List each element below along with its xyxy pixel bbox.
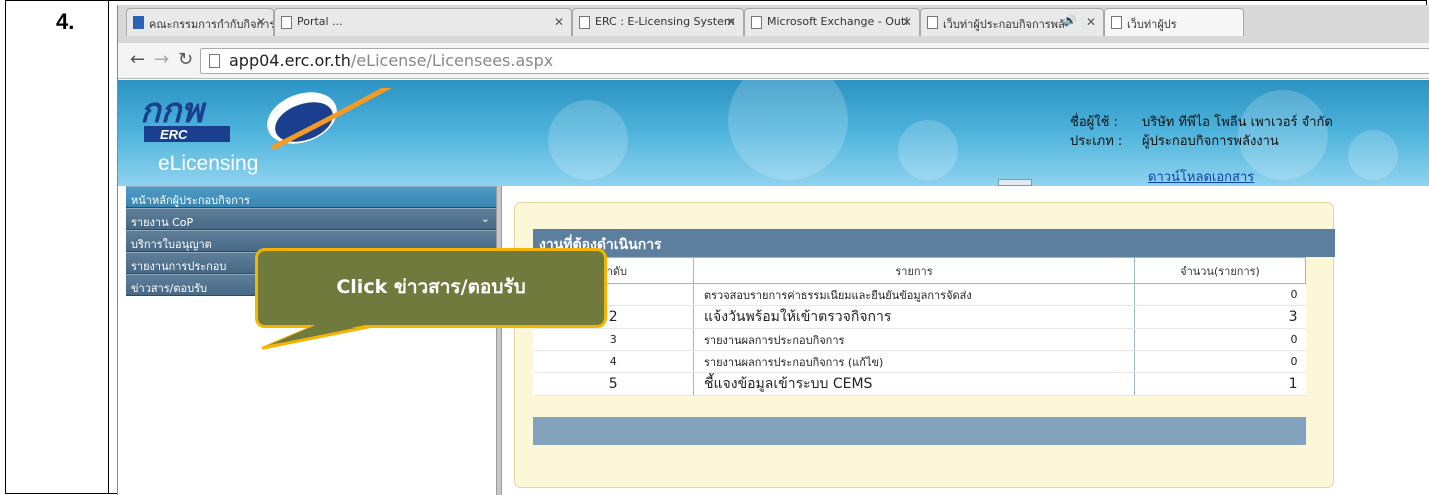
instruction-callout: Click ข่าวสาร/ตอบรับ <box>255 248 607 350</box>
row-count: 3 <box>1134 305 1306 329</box>
page-icon <box>209 54 220 68</box>
site-header: กกพ ERC eLicensing ชื่อผู้ใช้ : บริษัท ที… <box>118 80 1429 186</box>
table-row[interactable]: 2 แจ้งวันพร้อมให้เข้าตรวจกิจการ 3 <box>533 305 1306 329</box>
page-icon <box>281 16 292 29</box>
svg-text:กกพ: กกพ <box>140 91 207 131</box>
close-icon[interactable]: ✕ <box>554 15 564 29</box>
row-count: 0 <box>1134 283 1306 306</box>
close-icon[interactable]: ✕ <box>902 15 912 29</box>
sidebar-item-label: ข่าวสาร/ตอบรับ <box>131 282 208 295</box>
close-icon[interactable]: ✕ <box>256 15 266 29</box>
sidebar-item-label: บริการใบอนุญาต <box>131 238 212 251</box>
sidebar-item-label: หน้าหลักผู้ประกอบกิจการ <box>131 194 250 207</box>
row-item-link[interactable]: แจ้งวันพร้อมให้เข้าตรวจกิจการ <box>693 305 1135 329</box>
row-no: 5 <box>533 372 694 396</box>
tab-erc-elicensing[interactable]: ERC : E-Licensing System ✕ <box>572 8 744 36</box>
forward-icon[interactable]: → <box>154 49 169 70</box>
url-domain: app04.erc.or.th <box>229 51 351 70</box>
page-icon <box>751 16 762 29</box>
url-path: /eLicense/Licensees.aspx <box>350 51 554 70</box>
row-item-link[interactable]: ตรวจสอบรายการค่าธรรมเนียมและยืนยันข้อมูล… <box>693 283 1135 306</box>
user-label: ชื่อผู้ใช้ : <box>1070 115 1118 130</box>
row-item-link[interactable]: รายงานผลการประกอบกิจการ (แก้ไข) <box>693 350 1135 373</box>
tab-exchange[interactable]: Microsoft Exchange - Outl ✕ <box>744 8 920 36</box>
step-column: 4. <box>6 1 109 493</box>
tasks-panel: งานที่ต้องดำเนินการ ลำดับ รายการ จำนวน(ร… <box>514 202 1335 488</box>
brand-name: eLicensing <box>158 152 259 175</box>
tab-strip: คณะกรรมการกำกับกิจการพลั ✕ Portal ... ✕ … <box>118 5 1429 43</box>
sidebar-item-label: รายงานการประกอบ <box>131 260 227 273</box>
type-label: ประเภท : <box>1070 134 1123 149</box>
row-item-link[interactable]: รายงานผลการประกอบกิจการ <box>693 328 1135 351</box>
row-count: 0 <box>1134 350 1306 373</box>
tab-erc-home[interactable]: คณะกรรมการกำกับกิจการพลั ✕ <box>126 8 274 36</box>
type-value: ผู้ประกอบกิจการพลังงาน <box>1142 134 1279 149</box>
chevron-down-icon: ⌄ <box>480 212 490 225</box>
svg-text:ERC: ERC <box>160 127 188 142</box>
table-row[interactable]: ตรวจสอบรายการค่าธรรมเนียมและยืนยันข้อมูล… <box>533 283 1306 306</box>
close-icon[interactable]: ✕ <box>1086 15 1096 29</box>
tab-label: Portal ... <box>297 15 343 28</box>
row-count: 0 <box>1134 328 1306 351</box>
url-text: app04.erc.or.th/eLicense/Licensees.aspx <box>229 51 553 70</box>
reload-icon[interactable]: ↻ <box>178 49 193 70</box>
table-header-row: ลำดับ รายการ จำนวน(รายการ) <box>533 257 1306 284</box>
tab-portal[interactable]: Portal ... ✕ <box>274 8 572 36</box>
tab-label: ERC : E-Licensing System <box>595 15 735 28</box>
erc-logo-icon <box>133 16 144 29</box>
user-info: ชื่อผู้ใช้ : บริษัท ทีพีไอ โพลีน เพาเวอร์… <box>1070 113 1333 151</box>
sidebar-item-cop-report[interactable]: รายงาน CoP ⌄ <box>126 208 496 230</box>
close-icon[interactable]: ✕ <box>726 15 736 29</box>
tab-label: เว็บท่าผู้ประกอบกิจการพลั <box>943 18 1065 31</box>
sidebar-item-licensee-home[interactable]: หน้าหลักผู้ประกอบกิจการ <box>126 186 496 208</box>
tab-label: Microsoft Exchange - Outl <box>767 15 909 28</box>
tab-label: เว็บท่าผู้ปร <box>1127 18 1177 31</box>
speaker-icon: 🔊 <box>1063 14 1077 27</box>
tab-portal-active[interactable]: เว็บท่าผู้ปร <box>1104 8 1244 36</box>
user-value: บริษัท ทีพีไอ โพลีน เพาเวอร์ จำกัด <box>1142 115 1333 130</box>
page-icon <box>1111 16 1122 29</box>
table-row[interactable]: 3 รายงานผลการประกอบกิจการ 0 <box>533 328 1306 351</box>
column-header-count: จำนวน(รายการ) <box>1134 257 1306 284</box>
tasks-panel-title: งานที่ต้องดำเนินการ <box>533 229 1335 257</box>
table-row[interactable]: 5 ชี้แจงข้อมูลเข้าระบบ CEMS 1 <box>533 372 1306 396</box>
row-item-link[interactable]: ชี้แจงข้อมูลเข้าระบบ CEMS <box>693 372 1135 396</box>
row-count: 1 <box>1134 372 1306 396</box>
erc-logo[interactable]: กกพ ERC eLicensing <box>132 81 396 180</box>
back-icon[interactable]: ← <box>130 49 145 70</box>
page-icon <box>579 16 590 29</box>
column-header-item: รายการ <box>693 257 1135 284</box>
table-row[interactable]: 4 รายงานผลการประกอบกิจการ (แก้ไข) 0 <box>533 350 1306 373</box>
tab-portal-thai[interactable]: เว็บท่าผู้ประกอบกิจการพลั 🔊 ✕ <box>920 8 1104 36</box>
navigation-bar: ← → ↻ app04.erc.or.th/eLicense/Licensees… <box>118 43 1429 79</box>
sidebar-item-label: รายงาน CoP <box>131 216 194 229</box>
download-documents-link[interactable]: ดาวน์โหลดเอกสาร <box>1148 166 1254 186</box>
step-number: 4. <box>56 9 75 34</box>
callout-text: Click ข่าวสาร/ตอบรับ <box>336 276 526 298</box>
address-bar[interactable]: app04.erc.or.th/eLicense/Licensees.aspx <box>200 48 1429 74</box>
tasks-table: ลำดับ รายการ จำนวน(รายการ) ตรวจสอบรายการ… <box>533 257 1306 396</box>
page-icon <box>927 16 938 29</box>
header-collapse-handle[interactable] <box>998 179 1032 186</box>
tasks-table-footer <box>533 417 1306 445</box>
